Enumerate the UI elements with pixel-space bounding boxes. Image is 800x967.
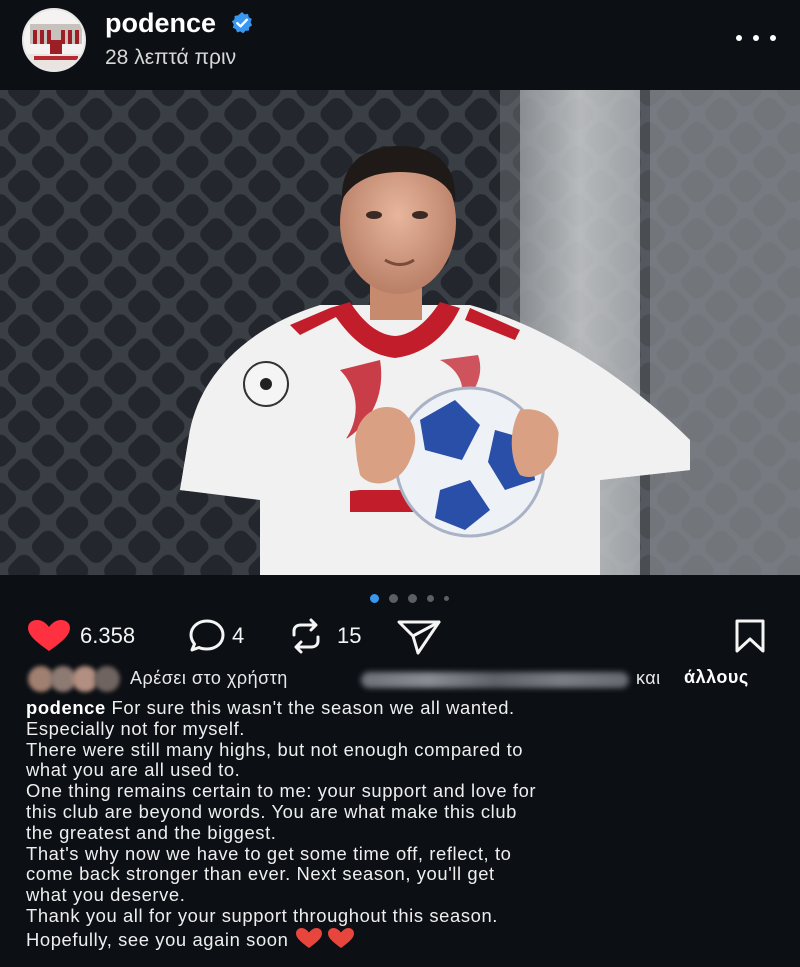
comments-count: 4 bbox=[232, 623, 245, 648]
carousel-dot bbox=[444, 596, 449, 601]
caption-line: what you are all used to. bbox=[26, 759, 241, 781]
heart-icon bbox=[26, 619, 72, 653]
caption-line: One thing remains certain to me: your su… bbox=[26, 780, 537, 802]
action-bar: 6.358 4 15 bbox=[0, 612, 800, 660]
repost-icon bbox=[287, 617, 325, 655]
post-timestamp: 28 λεπτά πριν bbox=[105, 46, 237, 69]
bookmark-icon bbox=[732, 618, 768, 654]
liker-avatar bbox=[94, 666, 120, 692]
caption-line: this club are beyond words. You are what… bbox=[26, 800, 517, 822]
blurred-username[interactable] bbox=[361, 672, 629, 688]
send-icon bbox=[396, 616, 442, 656]
post-caption: podence For sure this wasn't the season … bbox=[26, 697, 786, 954]
save-button[interactable] bbox=[732, 612, 768, 660]
like-button[interactable]: 6.358 bbox=[26, 612, 135, 660]
caption-line: podence For sure this wasn't the season … bbox=[26, 697, 786, 719]
more-options-icon[interactable] bbox=[736, 28, 776, 48]
post-photo[interactable] bbox=[0, 90, 800, 575]
post-header: podence 28 λεπτά πριν bbox=[0, 0, 800, 90]
carousel-dot bbox=[389, 594, 398, 603]
post-username[interactable]: podence bbox=[105, 8, 216, 39]
caption-line: what you deserve. bbox=[26, 884, 186, 906]
caption-text: For sure this wasn't the season we all w… bbox=[105, 697, 515, 718]
caption-line: Thank you all for your support throughou… bbox=[26, 904, 498, 926]
liker-avatars bbox=[28, 666, 120, 692]
share-button[interactable] bbox=[396, 612, 442, 660]
caption-text: Hopefully, see you again soon bbox=[26, 928, 295, 950]
liked-by-row[interactable]: Αρέσει στο χρήστη και άλλους bbox=[28, 664, 788, 694]
likes-count: 6.358 bbox=[80, 623, 136, 648]
liked-by-and: και bbox=[636, 668, 661, 688]
caption-username[interactable]: podence bbox=[26, 697, 106, 718]
liked-by-text: Αρέσει στο χρήστη bbox=[130, 668, 288, 688]
comment-icon bbox=[188, 618, 226, 654]
carousel-dot bbox=[408, 594, 417, 603]
carousel-indicator bbox=[370, 592, 460, 604]
caption-line: Hopefully, see you again soon bbox=[26, 927, 786, 954]
caption-line: There were still many highs, but not eno… bbox=[26, 738, 524, 760]
caption-line: Especially not for myself. bbox=[26, 717, 245, 739]
avatar[interactable] bbox=[22, 8, 86, 72]
more-dot bbox=[736, 35, 742, 41]
comment-button[interactable]: 4 bbox=[188, 612, 244, 660]
more-dot bbox=[770, 35, 776, 41]
carousel-dot bbox=[427, 595, 434, 602]
verified-badge-icon bbox=[231, 12, 253, 34]
red-hearts-emoji-icon bbox=[294, 927, 356, 954]
liked-by-others[interactable]: άλλους bbox=[684, 667, 749, 688]
caption-line: That's why now we have to get some time … bbox=[26, 842, 512, 864]
caption-line: come back stronger than ever. Next seaso… bbox=[26, 863, 495, 885]
more-dot bbox=[753, 35, 759, 41]
carousel-dot-active bbox=[370, 594, 379, 603]
reposts-count: 15 bbox=[337, 623, 362, 648]
caption-line: the greatest and the biggest. bbox=[26, 821, 277, 843]
repost-button[interactable]: 15 bbox=[287, 612, 361, 660]
